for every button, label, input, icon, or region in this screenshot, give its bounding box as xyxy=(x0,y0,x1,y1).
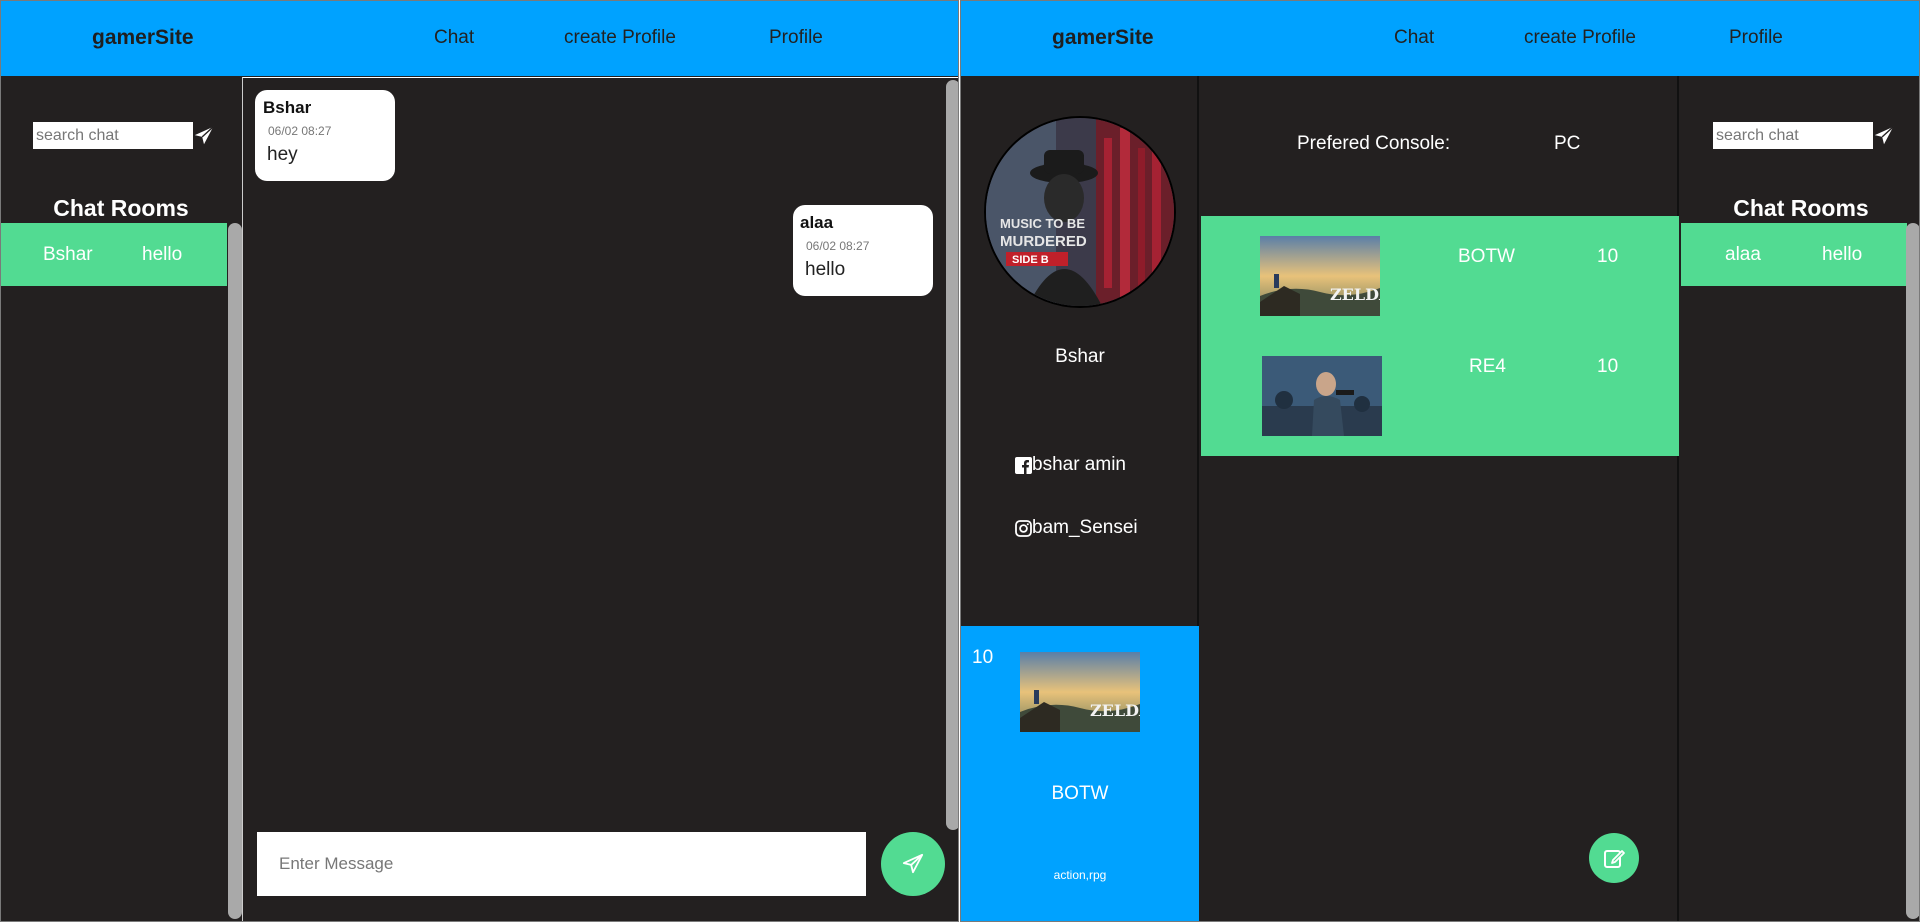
chat-scrollbar[interactable] xyxy=(946,80,958,830)
nav-link-profile[interactable]: Profile xyxy=(1729,27,1783,49)
search-send-icon[interactable] xyxy=(1873,122,1897,149)
nav-link-create-profile[interactable]: create Profile xyxy=(564,27,676,49)
nav-link-create-profile[interactable]: create Profile xyxy=(1524,27,1636,49)
svg-text:SIDE B: SIDE B xyxy=(1012,254,1049,266)
favorite-score: 10 xyxy=(972,647,994,668)
chat-room-item[interactable]: alaa hello xyxy=(1681,223,1907,286)
sidebar-scrollbar[interactable] xyxy=(228,223,242,919)
message-time: 06/02 08:27 xyxy=(806,239,870,253)
message-time: 06/02 08:27 xyxy=(268,124,332,138)
brand-logo[interactable]: gamerSite xyxy=(1052,26,1154,50)
profile-window: gamerSite Chat create Profile Profile MU… xyxy=(960,0,1920,922)
room-name: alaa xyxy=(1725,244,1761,265)
instagram-handle: bam_Sensei xyxy=(1032,517,1138,538)
search-chat-input[interactable] xyxy=(33,122,193,149)
preferred-console-value: PC xyxy=(1554,133,1581,154)
navbar: gamerSite Chat create Profile Profile xyxy=(1,1,958,76)
game-thumbnail xyxy=(1262,356,1382,436)
instagram-icon xyxy=(1015,519,1032,537)
search-chat-input[interactable] xyxy=(1713,122,1873,149)
chat-rooms-title: Chat Rooms xyxy=(53,195,189,221)
avatar: MUSIC TO BE MURDERED SIDE B xyxy=(984,116,1176,308)
room-last-message: hello xyxy=(1822,244,1863,265)
message-user: alaa xyxy=(800,213,834,232)
profile-column: MUSIC TO BE MURDERED SIDE B Bshar bshar … xyxy=(961,76,1199,921)
favorite-genre: action,rpg xyxy=(1053,868,1107,882)
message-bubble: Bshar 06/02 08:27 hey xyxy=(255,90,395,181)
profile-name: Bshar xyxy=(1055,346,1105,367)
nav-link-chat[interactable]: Chat xyxy=(434,27,474,49)
game-name: RE4 xyxy=(1469,356,1506,377)
message-bubble: alaa 06/02 08:27 hello xyxy=(793,205,933,296)
edit-icon xyxy=(1604,850,1625,868)
message-user: Bshar xyxy=(263,98,312,117)
message-input[interactable] xyxy=(257,832,866,896)
sidebar-scrollbar[interactable] xyxy=(1906,223,1919,919)
send-message-button[interactable] xyxy=(881,832,945,896)
room-last-message: hello xyxy=(142,244,183,265)
game-score: 10 xyxy=(1597,356,1619,377)
nav-link-chat[interactable]: Chat xyxy=(1394,27,1434,49)
facebook-icon xyxy=(1015,456,1032,474)
brand-logo[interactable]: gamerSite xyxy=(92,26,194,50)
svg-text:ZELDA: ZELDA xyxy=(1090,701,1140,720)
message-text: hello xyxy=(805,259,846,280)
search-send-icon[interactable] xyxy=(193,122,217,149)
room-name: Bshar xyxy=(43,244,93,265)
favorite-game-card[interactable]: 10 ZELDA BOTW action,rpg xyxy=(961,626,1199,921)
chat-rooms-title: Chat Rooms xyxy=(1733,195,1869,221)
svg-text:MUSIC TO BE: MUSIC TO BE xyxy=(1000,216,1085,231)
chat-window: gamerSite Chat create Profile Profile Ch… xyxy=(0,0,959,922)
game-list: ZELDA BOTW 10 RE4 10 xyxy=(1201,216,1679,456)
facebook-name: bshar amin xyxy=(1032,454,1126,475)
message-text: hey xyxy=(267,144,298,165)
game-thumbnail: ZELDA xyxy=(1260,236,1380,316)
instagram-link[interactable]: bam_Sensei xyxy=(1015,517,1138,539)
game-name: BOTW xyxy=(1458,246,1515,267)
send-icon xyxy=(902,853,924,874)
chat-room-item[interactable]: Bshar hello xyxy=(1,223,227,286)
game-score: 10 xyxy=(1597,246,1619,267)
svg-text:MURDERED: MURDERED xyxy=(1000,233,1087,250)
facebook-link[interactable]: bshar amin xyxy=(1015,454,1126,476)
nav-link-profile[interactable]: Profile xyxy=(769,27,823,49)
svg-text:ZELDA: ZELDA xyxy=(1330,285,1380,304)
edit-profile-button[interactable] xyxy=(1589,833,1639,883)
favorite-title: BOTW xyxy=(1051,783,1109,804)
games-panel: Prefered Console: PC ZELDA BOTW 10 xyxy=(1201,76,1679,921)
chat-messages-panel: Bshar 06/02 08:27 hey alaa 06/02 08:27 h… xyxy=(242,77,958,921)
navbar: gamerSite Chat create Profile Profile xyxy=(961,1,1919,76)
preferred-console-label: Prefered Console: xyxy=(1297,133,1451,154)
game-thumbnail: ZELDA xyxy=(1020,652,1140,732)
